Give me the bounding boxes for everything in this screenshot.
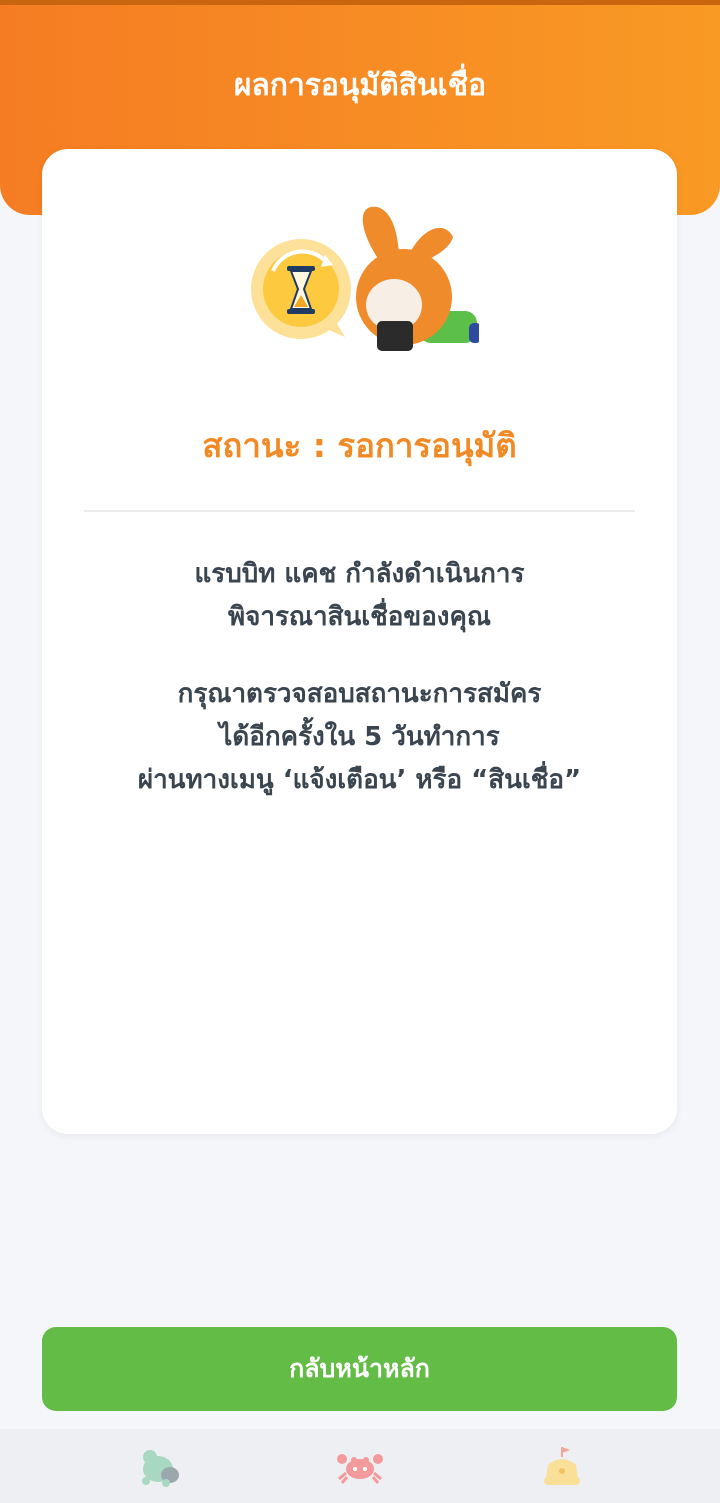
sandcastle-icon[interactable]	[538, 1443, 586, 1489]
message-line: แรบบิท แคช กำลังดำเนินการ	[194, 559, 525, 589]
crab-icon[interactable]	[336, 1443, 384, 1489]
message-line: กรุณาตรวจสอบสถานะการสมัคร	[177, 679, 542, 709]
processing-message: แรบบิท แคช กำลังดำเนินการ พิจารณาสินเชื่…	[42, 553, 677, 639]
page-title: ผลการอนุมัติสินเชื่อ	[233, 68, 487, 103]
message-line: ผ่านทางเมนู ‘แจ้งเตือน’ หรือ “สินเชื่อ”	[137, 765, 582, 795]
back-to-home-button[interactable]: กลับหน้าหลัก	[42, 1327, 677, 1411]
message-line: ได้อีกครั้งใน 5 วันทำการ	[219, 722, 500, 752]
status-text: สถานะ : รอการอนุมัติ	[202, 426, 517, 465]
status-card: สถานะ : รอการอนุมัติ แรบบิท แคช กำลังดำเ…	[42, 149, 677, 1134]
bottom-nav-bar	[0, 1429, 720, 1503]
check-status-message: กรุณาตรวจสอบสถานะการสมัคร ได้อีกครั้งใน …	[42, 673, 677, 802]
message-line: พิจารณาสินเชื่อของคุณ	[227, 602, 492, 632]
hourglass-rabbit-illustration	[251, 206, 479, 351]
divider	[84, 510, 635, 512]
turtle-icon[interactable]	[136, 1443, 184, 1489]
